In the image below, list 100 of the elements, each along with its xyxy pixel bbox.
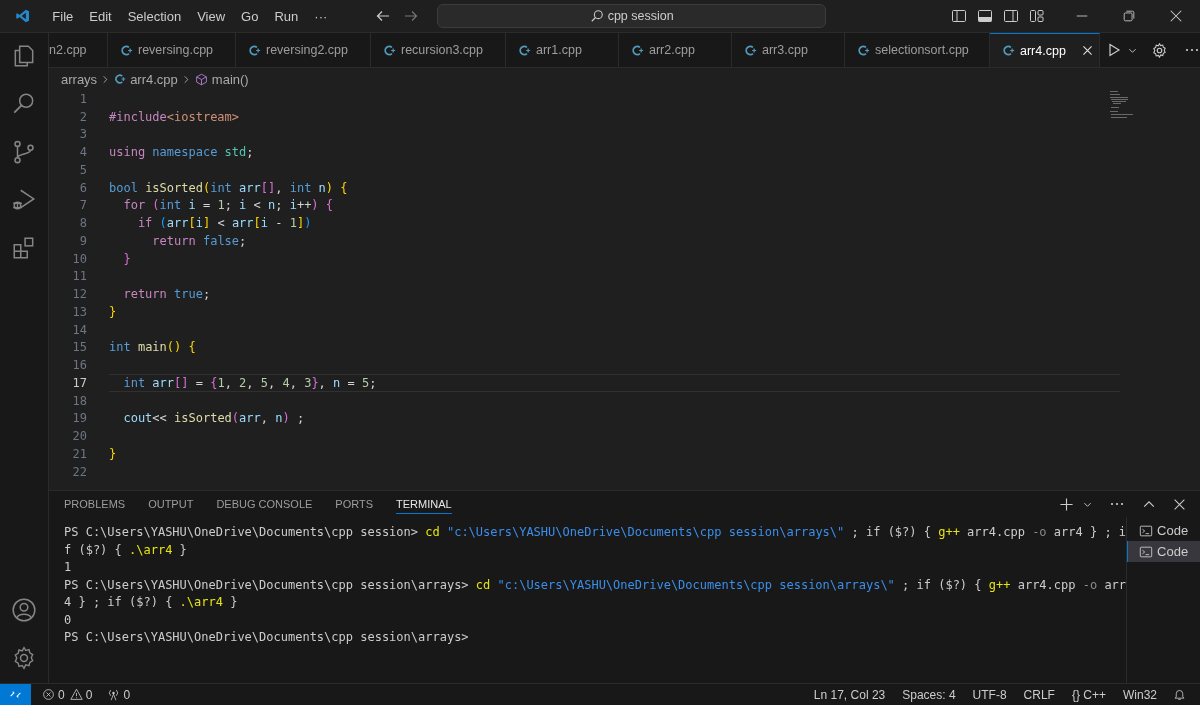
menu-item[interactable]: ··· (306, 8, 336, 24)
run-icon[interactable] (1106, 42, 1122, 58)
code-line: for (int i = 1; i < n; i++) { (122, 198, 334, 213)
error-icon[interactable] (42, 688, 55, 701)
status-item[interactable]: {} C++ (1064, 687, 1113, 702)
layout-icon[interactable] (1029, 8, 1045, 24)
line-number: 11 (71, 269, 87, 284)
editor-tab[interactable]: arr3.cpp (732, 33, 845, 67)
vscode-logo-icon[interactable] (15, 7, 31, 25)
terminal-line: f ($?) { .\arr4 } (64, 541, 188, 559)
panel-toggle-icon[interactable] (977, 8, 993, 24)
menu-item[interactable]: Run (266, 8, 307, 24)
line-number: 22 (71, 464, 87, 479)
line-number: 18 (71, 393, 87, 408)
code-line: } (109, 304, 117, 319)
line-number: 14 (71, 322, 87, 337)
restore-icon[interactable] (1122, 9, 1136, 23)
line-number: 6 (78, 180, 87, 195)
status-item[interactable]: Ln 17, Col 23 (806, 687, 893, 702)
line-number: 2 (78, 109, 87, 124)
editor-tab[interactable]: recursion3.cpp (371, 33, 506, 67)
panel-tab[interactable]: TERMINAL (396, 494, 452, 514)
search-field[interactable]: cpp session (437, 4, 826, 28)
secondary-sidebar-icon[interactable] (1003, 8, 1019, 24)
editor-tab[interactable]: reversing2.cpp (236, 33, 371, 67)
menu-item[interactable]: Go (233, 8, 267, 24)
cpp-file-icon (518, 43, 531, 57)
line-number: 21 (71, 446, 87, 461)
terminal-icon (1139, 544, 1154, 559)
line-number: 13 (71, 304, 87, 319)
broadcast-icon[interactable] (107, 688, 121, 701)
sidebar-toggle-icon[interactable] (951, 8, 967, 24)
breadcrumb-item[interactable]: arrays (61, 71, 98, 87)
panel-tab[interactable]: PROBLEMS (64, 494, 126, 514)
source-control-icon[interactable] (11, 139, 37, 165)
status-item[interactable]: CRLF (1016, 687, 1062, 702)
close-icon[interactable] (1080, 44, 1094, 57)
ports-count[interactable]: 0 (123, 687, 133, 702)
forward-arrow-icon[interactable] (403, 8, 420, 24)
terminal-line: 4 } ; if ($?) { .\arr4 } (64, 594, 239, 611)
code-line: #include<iostream> (109, 109, 240, 124)
editor-tab[interactable]: arr2.cpp (619, 33, 732, 67)
cpp-file-icon (248, 43, 261, 57)
bell-icon[interactable] (1173, 688, 1186, 701)
back-arrow-icon[interactable] (375, 8, 392, 24)
editor-tab[interactable]: reversing.cpp (108, 33, 236, 67)
code-line: return true; (122, 287, 211, 302)
menu-item[interactable]: View (189, 8, 234, 24)
search-icon (589, 9, 604, 23)
cube-icon (194, 72, 208, 86)
status-item[interactable]: UTF-8 (965, 687, 1014, 702)
code-line: int arr[] = {1, 2, 5, 4, 3}, n = 5; (122, 375, 377, 390)
code-line: } (122, 251, 131, 266)
panel-tab[interactable]: DEBUG CONSOLE (216, 494, 313, 514)
line-number: 4 (78, 145, 87, 160)
code-line: return false; (151, 233, 247, 248)
editor-tab[interactable]: n2.cpp (49, 33, 108, 67)
panel-tab[interactable]: PORTS (335, 494, 374, 514)
settings-icon[interactable] (1151, 41, 1168, 59)
terminal-line: 0 (64, 611, 73, 629)
line-number: 9 (78, 233, 87, 248)
close-icon[interactable] (1173, 497, 1186, 511)
cpp-file-icon (631, 43, 644, 57)
warning-icon[interactable] (69, 688, 83, 701)
close-icon[interactable] (1169, 9, 1183, 23)
menu-item[interactable]: Edit (81, 8, 120, 24)
terminal-icon (1139, 523, 1154, 538)
code-line: int main() { (109, 340, 196, 355)
code-line: cout<< isSorted(arr, n) ; (122, 411, 305, 426)
status-item[interactable]: Win32 (1116, 687, 1164, 702)
error-count[interactable]: 0 (58, 687, 67, 702)
code-line: bool isSorted(int arr[], int n) { (109, 180, 348, 195)
terminal-line: 1 (64, 559, 73, 576)
code-line: } (109, 446, 117, 461)
terminal-line: PS C:\Users\YASHU\OneDrive\Documents\cpp session> cd "c:\Users\YASHU\OneDrive\Documents\cpp session\arrays\" ; if ($?) { g++ arr4.cpp -o arr4 } ; i (64, 524, 1127, 541)
line-number: 17 (71, 375, 87, 390)
terminal-item[interactable]: Code (1127, 520, 1200, 541)
terminal-line: PS C:\Users\YASHU\OneDrive\Documents\cpp session\arrays> (64, 629, 470, 646)
plus-icon[interactable] (1059, 496, 1074, 512)
menu-item[interactable]: Selection (119, 8, 190, 24)
terminal-item[interactable]: Code (1127, 541, 1200, 562)
cpp-file-icon (383, 43, 396, 57)
cpp-file-icon (744, 43, 757, 57)
code-line: using namespace std; (109, 145, 254, 160)
panel-tab[interactable]: OUTPUT (148, 494, 194, 514)
line-number: 19 (71, 411, 87, 426)
account-icon[interactable] (11, 597, 37, 623)
menu-item[interactable]: File (44, 8, 82, 24)
breadcrumb-item[interactable]: arr4.cpp (130, 71, 178, 87)
terminal-line: PS C:\Users\YASHU\OneDrive\Documents\cpp session\arrays> cd "c:\Users\YASHU\OneDrive\Documents\cpp session\arrays\" ; if ($?) { g++ arr4.cpp -o arr (64, 576, 1127, 594)
line-number: 1 (78, 91, 87, 106)
editor-tab[interactable]: arr4.cpp (990, 33, 1100, 67)
line-number: 8 (78, 216, 87, 231)
line-number: 20 (71, 429, 87, 444)
breadcrumb-item[interactable]: main() (211, 71, 249, 87)
line-number: 10 (71, 251, 87, 266)
status-item[interactable]: Spaces: 4 (895, 687, 963, 702)
line-number: 3 (78, 127, 87, 142)
editor-tab[interactable]: arr1.cpp (506, 33, 619, 67)
warning-count[interactable]: 0 (85, 687, 95, 702)
